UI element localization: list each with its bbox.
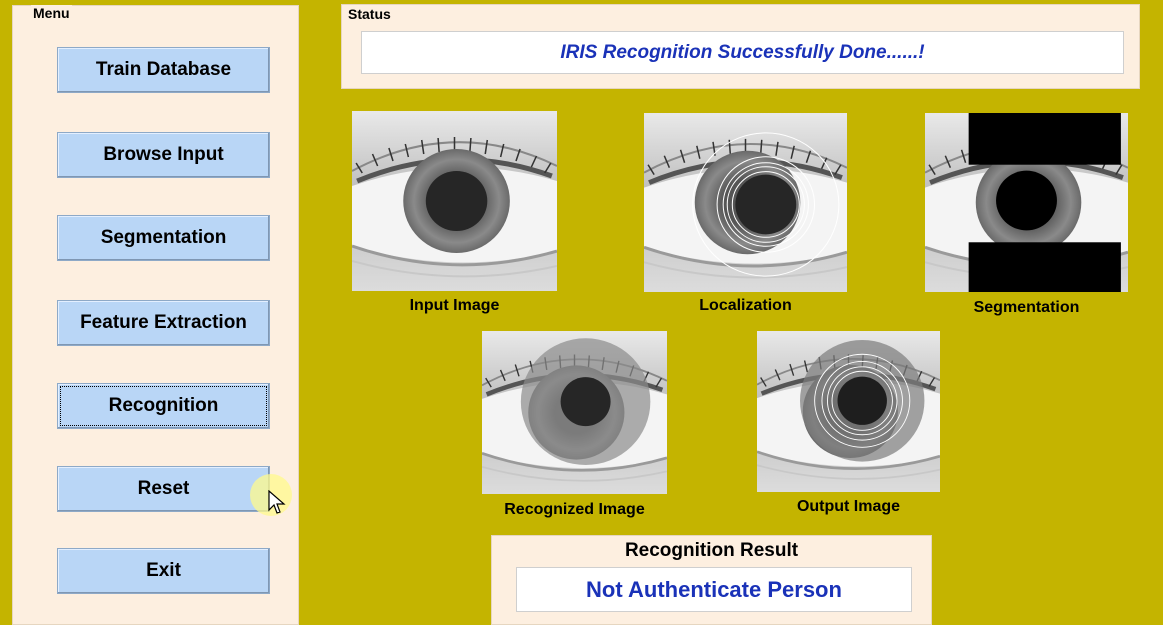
recognition-button[interactable]: Recognition [57, 383, 270, 429]
output-image-caption: Output Image [796, 498, 901, 515]
output-image [757, 331, 940, 492]
segmentation-image [925, 113, 1128, 292]
recognized-image [482, 331, 667, 494]
status-panel: Status IRIS Recognition Successfully Don… [341, 4, 1140, 89]
segmentation-button[interactable]: Segmentation [57, 215, 270, 261]
menu-title: Menu [31, 5, 72, 21]
recognition-result-title: Recognition Result [624, 540, 799, 561]
recognition-result-message: Not Authenticate Person [516, 567, 912, 612]
train-database-button[interactable]: Train Database [57, 47, 270, 93]
mouse-pointer-icon [268, 490, 286, 514]
localization-image [644, 113, 847, 292]
recognized-image-caption: Recognized Image [504, 501, 645, 518]
segmentation-caption: Segmentation [973, 299, 1080, 316]
status-message: IRIS Recognition Successfully Done......… [361, 31, 1124, 74]
left-strip [0, 0, 12, 611]
input-image-caption: Input Image [409, 297, 500, 314]
input-image [352, 111, 557, 291]
reset-button[interactable]: Reset [57, 466, 270, 512]
menu-panel: Menu Train Database Browse Input Segment… [12, 5, 299, 625]
feature-extraction-button[interactable]: Feature Extraction [57, 300, 270, 346]
localization-caption: Localization [699, 297, 792, 314]
exit-button[interactable]: Exit [57, 548, 270, 594]
status-title: Status [346, 6, 393, 22]
browse-input-button[interactable]: Browse Input [57, 132, 270, 178]
recognition-result-panel: Recognition Result Not Authenticate Pers… [491, 535, 932, 625]
